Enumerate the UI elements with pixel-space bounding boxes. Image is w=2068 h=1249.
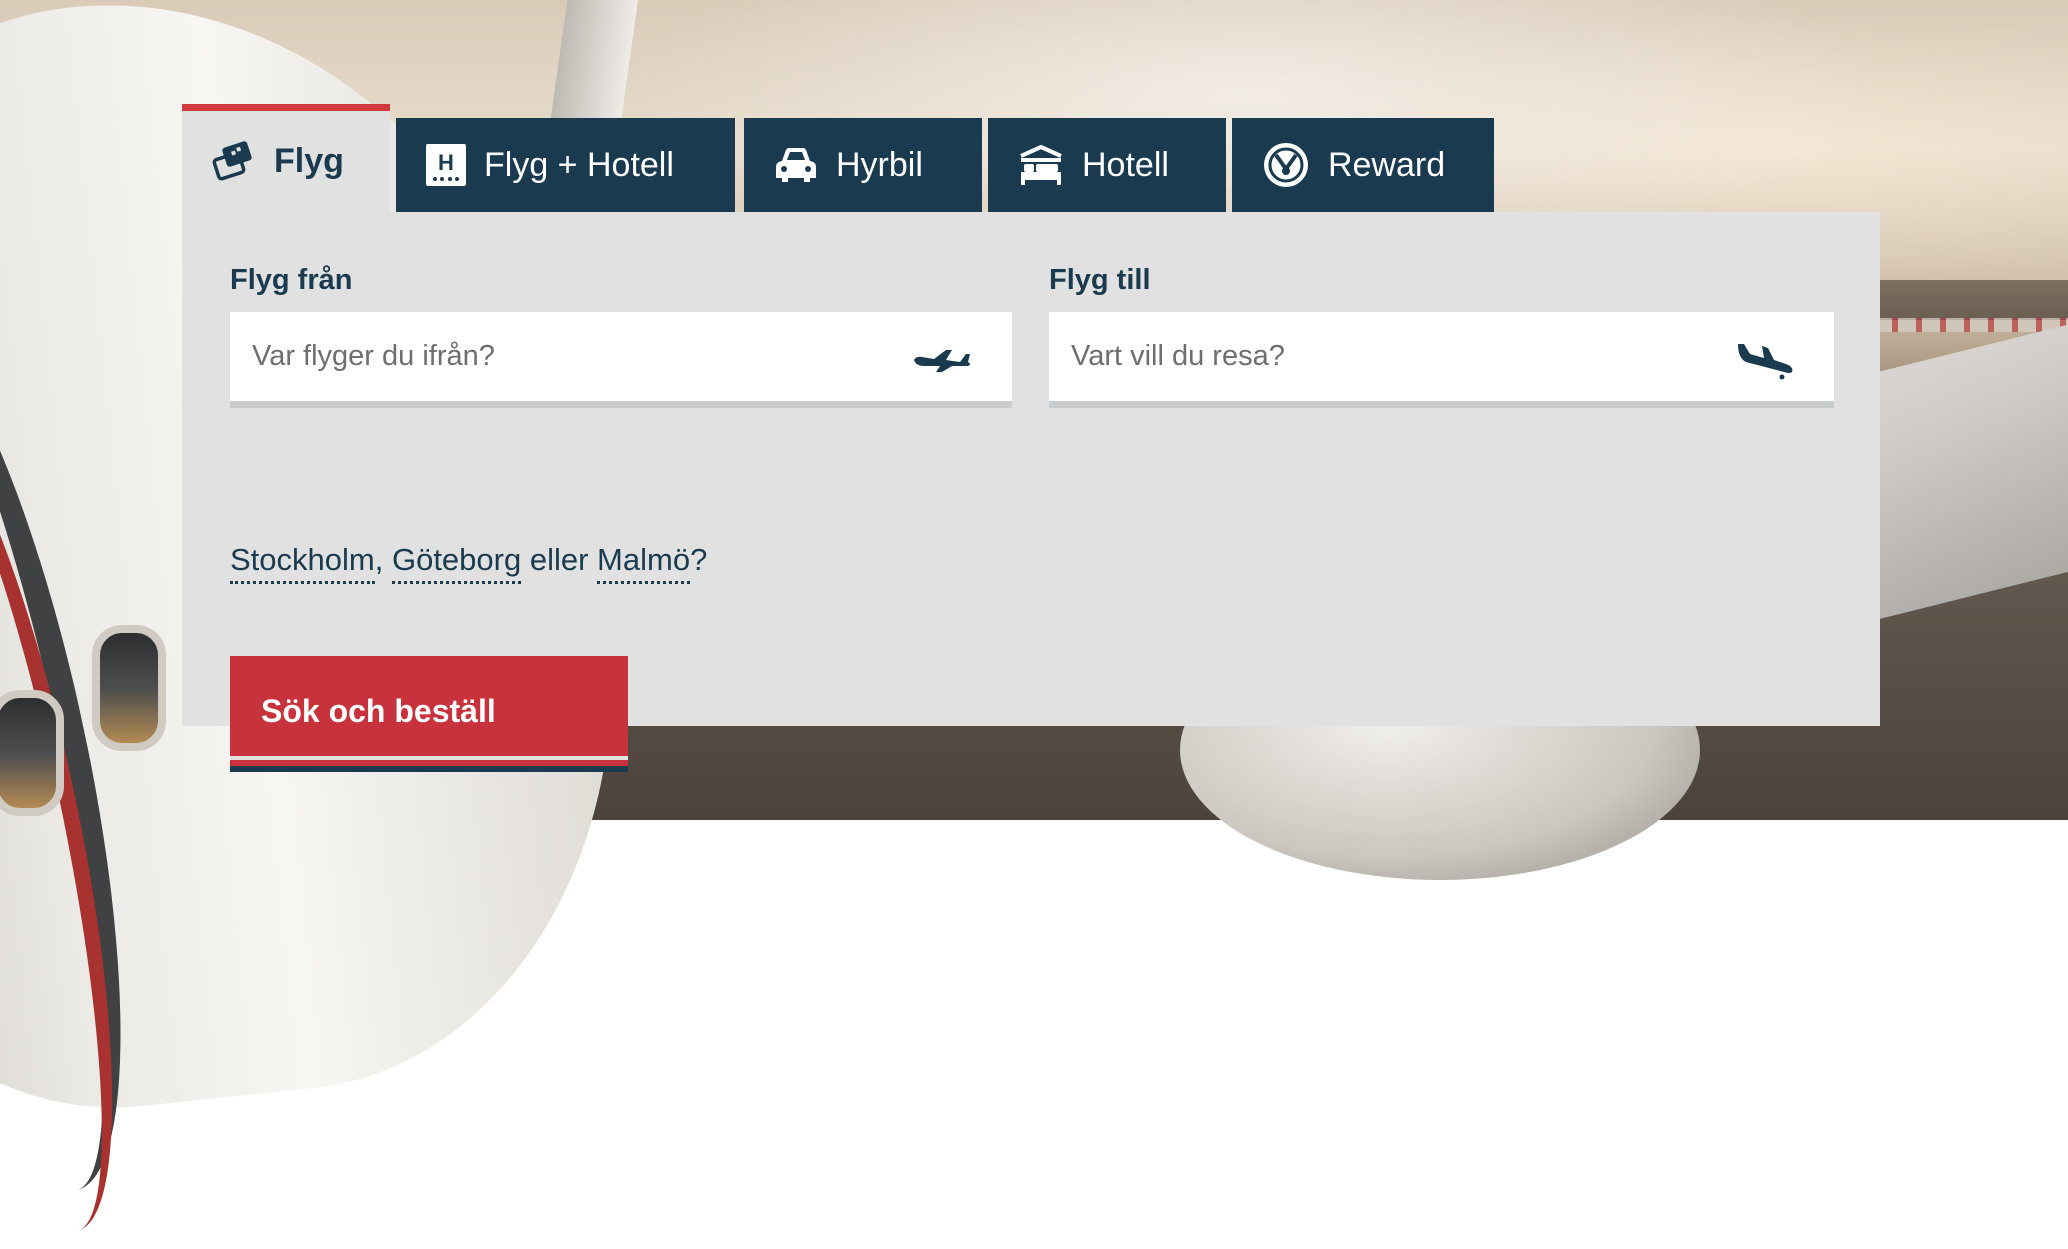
from-field[interactable] <box>230 312 1012 408</box>
suggestion-separator: , <box>374 542 392 577</box>
to-input[interactable] <box>1049 312 1834 401</box>
airplane-window <box>92 625 166 751</box>
city-suggestions: Stockholm, Göteborg eller Malmö? <box>230 542 708 584</box>
from-label: Flyg från <box>230 264 353 296</box>
booking-tabs: Flyg H Flyg + Hotell Hyrbil Hotell Rewar… <box>182 104 1880 212</box>
search-button[interactable]: Sök och beställ <box>230 656 628 772</box>
button-divider <box>230 756 628 760</box>
tab-flyg[interactable]: Flyg <box>182 104 390 212</box>
booking-widget: Flyg H Flyg + Hotell Hyrbil Hotell Rewar… <box>182 104 1880 772</box>
plane-landing-icon <box>1734 340 1796 384</box>
car-icon <box>774 145 818 185</box>
hotel-h-icon: H <box>426 144 466 186</box>
tab-hotell[interactable]: Hotell <box>988 118 1226 212</box>
suggestion-separator: eller <box>521 542 598 577</box>
tab-hyrbil[interactable]: Hyrbil <box>744 118 982 212</box>
svg-text:H: H <box>438 150 454 175</box>
tab-flyg-hotell-label: Flyg + Hotell <box>484 145 674 184</box>
reward-badge-icon <box>1262 141 1310 189</box>
search-panel: Flyg från Flyg till Stockholm, Göteborg … <box>182 212 1880 772</box>
tab-reward-label: Reward <box>1328 145 1446 184</box>
airplane-window <box>0 690 64 816</box>
to-field[interactable] <box>1049 312 1834 408</box>
from-input[interactable] <box>230 312 1012 401</box>
suggestion-stockholm[interactable]: Stockholm <box>230 542 375 584</box>
tab-flyg-hotell[interactable]: H Flyg + Hotell <box>396 118 735 212</box>
tab-hyrbil-label: Hyrbil <box>836 145 923 184</box>
plane-takeoff-icon <box>912 340 974 378</box>
suggestion-goteborg[interactable]: Göteborg <box>391 542 522 584</box>
to-label: Flyg till <box>1049 264 1151 296</box>
tab-flyg-label: Flyg <box>274 142 344 180</box>
suggestion-suffix: ? <box>690 542 708 577</box>
background-treeline <box>1870 280 2068 320</box>
ticket-icon <box>212 138 256 186</box>
bed-icon <box>1018 144 1064 186</box>
tab-reward[interactable]: Reward <box>1232 118 1494 212</box>
suggestion-malmo[interactable]: Malmö <box>597 542 691 584</box>
search-button-label: Sök och beställ <box>261 692 496 729</box>
tab-hotell-label: Hotell <box>1082 145 1169 184</box>
